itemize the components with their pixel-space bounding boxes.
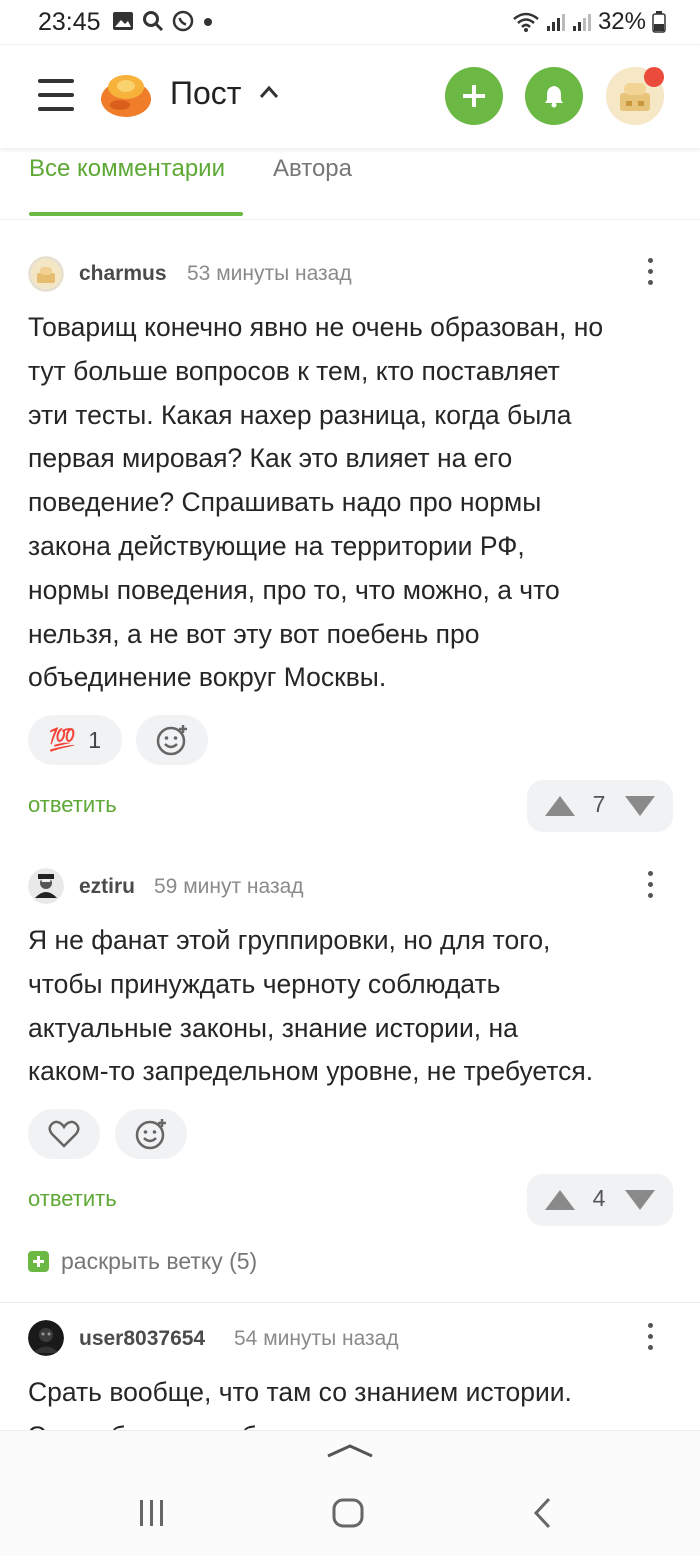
home-icon[interactable]	[328, 1493, 368, 1533]
comment-line: Срать вообще, что там со знанием истории…	[28, 1377, 572, 1407]
profile-avatar[interactable]	[606, 67, 664, 125]
comment-line: каком-то запредельном уровне, не требует…	[28, 1056, 594, 1087]
battery-icon	[652, 11, 666, 33]
add-reaction-button[interactable]	[115, 1109, 187, 1159]
more-notifications-dot-icon	[204, 18, 212, 26]
upvote-icon[interactable]	[544, 795, 576, 817]
add-reaction-button[interactable]	[136, 715, 208, 765]
comment-time[interactable]: 54 минуты назад	[234, 1327, 399, 1351]
avatar-image	[28, 868, 64, 904]
comment-text: Я не фанат этой группировки, но для того…	[28, 919, 678, 1094]
comment-line: нельзя, а не вот эту вот поебень про	[28, 618, 480, 649]
chevron-up-handle-icon[interactable]	[325, 1443, 375, 1459]
divider	[0, 1302, 700, 1303]
comment-line: нормы поведения, про то, что можно, а чт…	[28, 574, 560, 605]
back-icon[interactable]	[524, 1493, 564, 1533]
more-options-icon[interactable]	[642, 871, 658, 903]
avatar-image	[28, 256, 64, 292]
search-icon	[143, 11, 164, 32]
downvote-icon[interactable]	[624, 795, 656, 817]
comment-line: первая мировая? Как это влияет на его	[28, 443, 513, 474]
wifi-icon	[513, 12, 539, 32]
signal-1-icon	[546, 14, 565, 31]
active-tab-indicator	[29, 212, 243, 216]
battery-percent: 32%	[597, 8, 646, 35]
comment-username[interactable]: user8037654	[79, 1327, 205, 1351]
menu-icon[interactable]	[38, 79, 74, 111]
add-post-button[interactable]	[445, 67, 503, 125]
upvote-icon[interactable]	[544, 1189, 576, 1211]
vote-box: 4	[527, 1174, 673, 1226]
comment-line: Товарищ конечно явно не очень образован,…	[28, 312, 604, 342]
notification-dot	[644, 67, 664, 87]
expand-thread-button[interactable]: раскрыть ветку (5)	[28, 1248, 257, 1275]
reaction-count: 1	[88, 726, 102, 753]
vote-box: 7	[527, 780, 673, 832]
reply-button[interactable]: ответить	[28, 792, 117, 818]
expand-thread-label: раскрыть ветку (5)	[61, 1248, 258, 1274]
status-notification-icons	[112, 10, 214, 32]
plus-icon	[463, 85, 485, 107]
add-emoji-icon	[135, 1119, 166, 1150]
comment-line: чтобы принуждать черноту соблюдать	[28, 968, 501, 999]
comment-line: Эти ребята чуркобесов на место ставят	[28, 1415, 678, 1431]
tab-all-comments[interactable]: Все комментарии	[29, 155, 225, 183]
vote-count: 7	[592, 791, 606, 817]
comment-text: Товарищ конечно явно не очень образован,…	[28, 306, 678, 700]
heart-icon	[48, 1120, 80, 1148]
signal-2-icon	[572, 14, 591, 31]
status-time: 23:45	[38, 8, 101, 36]
tab-author[interactable]: Автора	[273, 155, 352, 183]
avatar[interactable]	[28, 868, 64, 904]
recent-apps-icon[interactable]	[132, 1493, 172, 1533]
page-title[interactable]: Пост	[170, 75, 241, 112]
avatar-image	[28, 1320, 64, 1356]
comment-time[interactable]: 59 минут назад	[154, 875, 304, 899]
chevron-up-icon[interactable]	[258, 83, 280, 101]
comment-line: поведение? Спрашивать надо про нормы	[28, 487, 542, 518]
status-right: 32%	[512, 8, 666, 36]
app-header: Пост	[0, 44, 700, 148]
comment-text: Срать вообще, что там со знанием истории…	[28, 1371, 678, 1431]
hundred-emoji-icon: 💯	[48, 727, 77, 752]
comment-line: актуальные законы, знание истории, на	[28, 1012, 518, 1043]
notifications-button[interactable]	[525, 67, 583, 125]
comment-line: Я не фанат этой группировки, но для того…	[28, 925, 551, 955]
comment-line: объединение вокруг Москвы.	[28, 662, 387, 693]
comment-username[interactable]: eztiru	[79, 875, 135, 899]
like-button[interactable]	[28, 1109, 100, 1159]
more-options-icon[interactable]	[642, 258, 658, 290]
comment-line: тут больше вопросов к тем, кто поставляе…	[28, 355, 560, 386]
comment-line: закона действующие на территории РФ,	[28, 530, 525, 561]
status-bar: 23:45 32%	[0, 0, 700, 44]
bell-icon	[545, 86, 563, 108]
avatar[interactable]	[28, 256, 64, 292]
avatar[interactable]	[28, 1320, 64, 1356]
comment-line: эти тесты. Какая нахер разница, когда бы…	[28, 399, 572, 430]
vote-count: 4	[592, 1185, 606, 1211]
reaction-100-button[interactable]: 💯 1	[28, 715, 122, 765]
comment-time[interactable]: 53 минуты назад	[187, 262, 352, 286]
comment-username[interactable]: charmus	[79, 262, 167, 286]
gallery-icon	[113, 12, 133, 30]
downvote-icon[interactable]	[624, 1189, 656, 1211]
more-options-icon[interactable]	[642, 1323, 658, 1355]
comment-tabs: Все комментарии Автора	[0, 148, 700, 220]
plus-square-icon	[28, 1251, 49, 1272]
whatsapp-icon	[172, 10, 194, 32]
reply-button[interactable]: ответить	[28, 1186, 117, 1212]
add-emoji-icon	[156, 725, 187, 756]
bottom-navigation	[0, 1430, 700, 1556]
pikabu-logo[interactable]	[98, 69, 154, 119]
